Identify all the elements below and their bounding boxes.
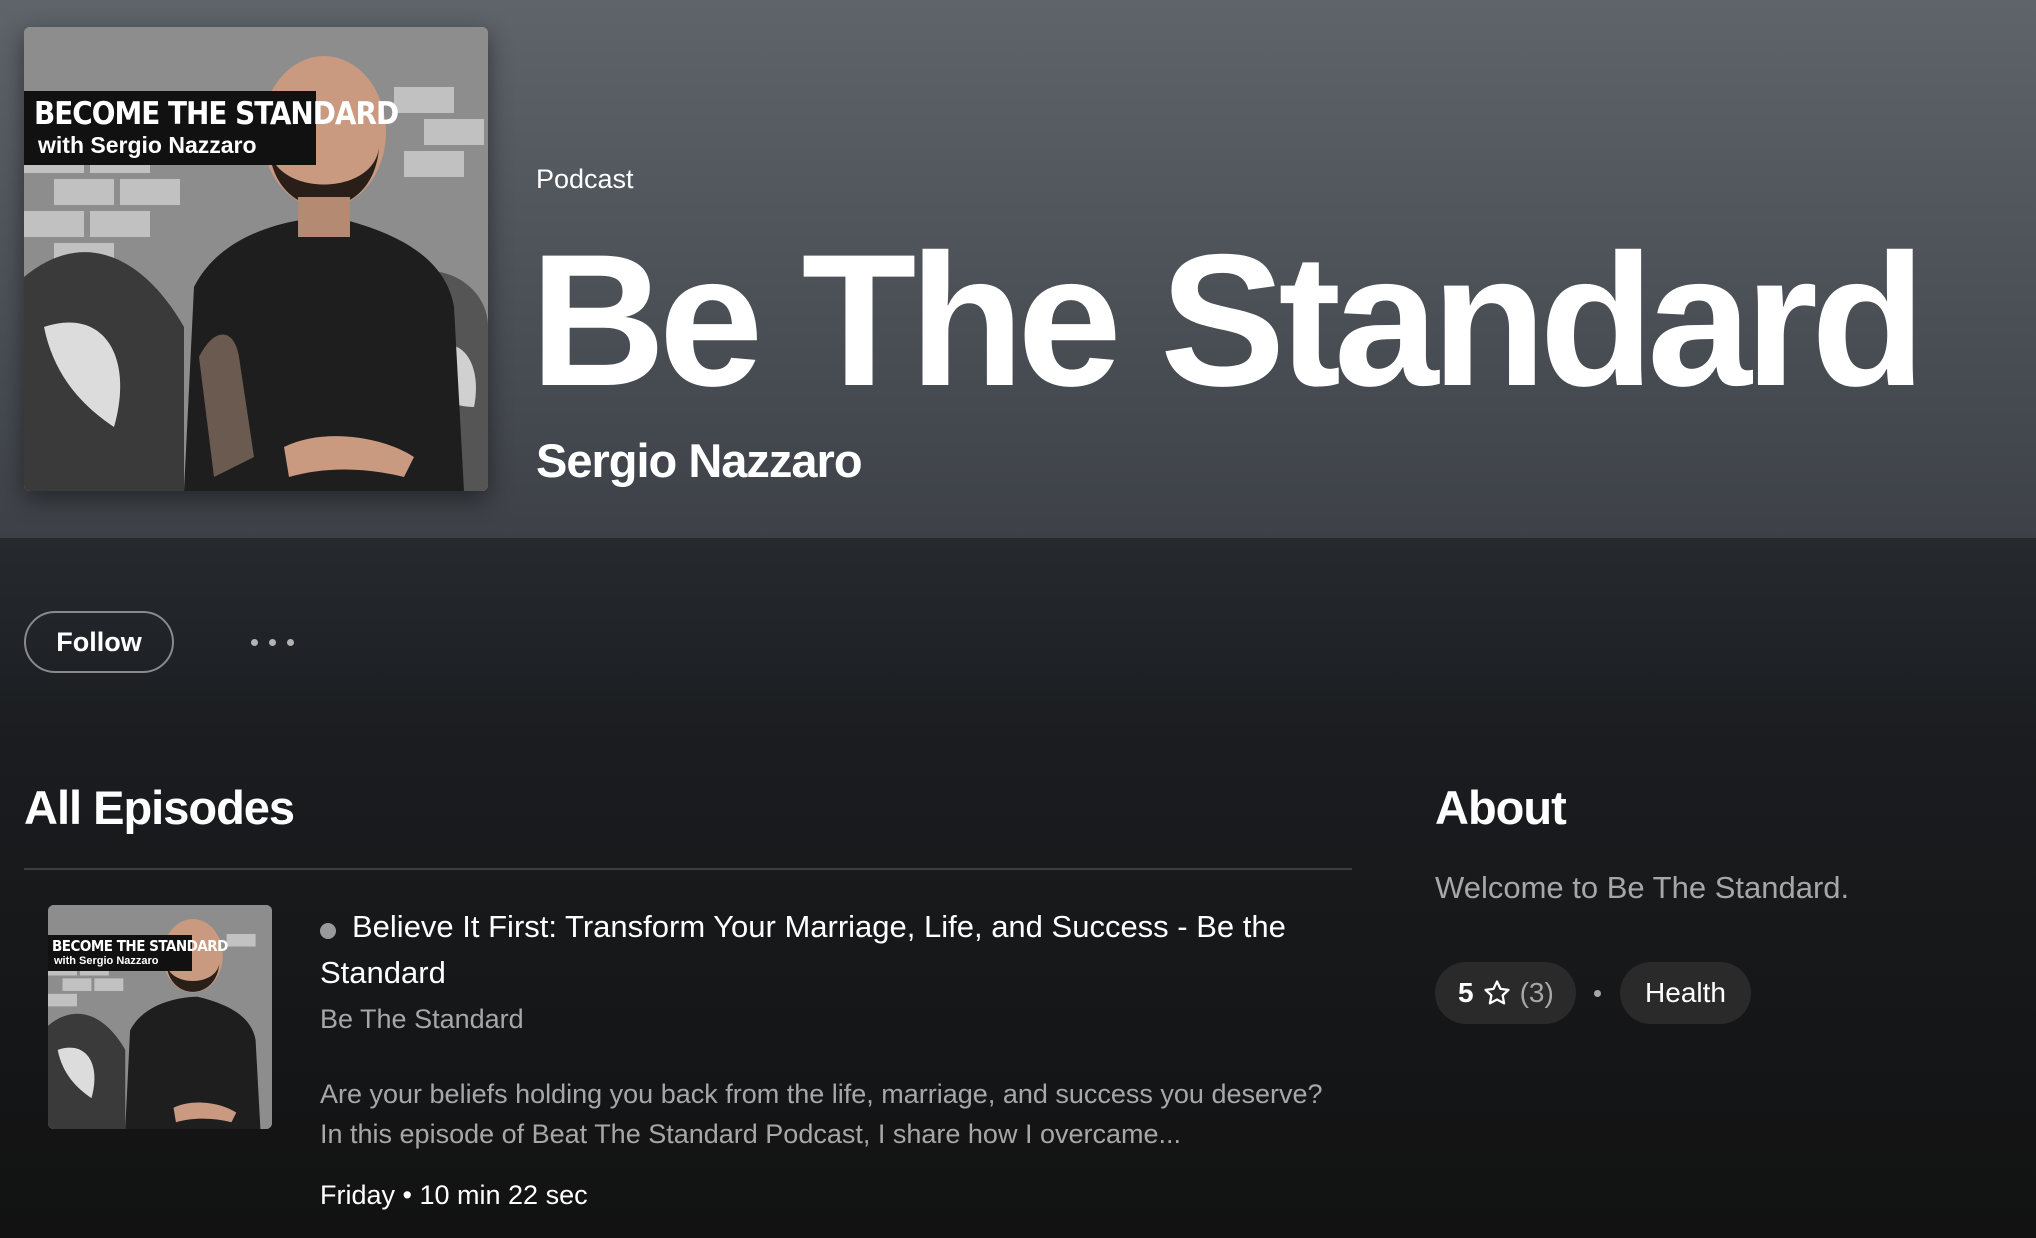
about-heading: About (1435, 781, 1567, 834)
episode-description: Are your beliefs holding you back from t… (320, 1079, 1323, 1149)
cover-title-line: BECOME THE STANDARD (34, 96, 399, 132)
content-type-label: Podcast (536, 164, 634, 194)
episode-title[interactable]: Believe It First: Transform Your Marriag… (320, 904, 1340, 996)
cover-title-line: BECOME THE STANDARD (52, 937, 228, 955)
cover-title-block: BECOME THE STANDARD with Sergio Nazzaro (24, 91, 399, 165)
episode-duration: 10 min 22 sec (419, 1180, 588, 1210)
show-title: Be The Standard (530, 215, 1926, 425)
episode-cover-title-block: BECOME THE STANDARD with Sergio Nazzaro (48, 935, 228, 971)
star-outline-icon (1483, 980, 1510, 1005)
rating-count: (3) (1519, 977, 1554, 1008)
cover-subtitle-line: with Sergio Nazzaro (38, 132, 257, 158)
rating-button[interactable]: 5 (3) (1435, 962, 1576, 1024)
show-cover-art: BECOME THE STANDARD with Sergio Nazzaro (24, 27, 488, 491)
dot (286, 638, 294, 646)
episode-meta: Friday • 10 min 22 sec (320, 1180, 588, 1211)
all-episodes-heading: All Episodes (24, 781, 295, 834)
cover-subtitle-line: with Sergio Nazzaro (54, 955, 159, 967)
dot (250, 638, 258, 646)
about-description: Welcome to Be The Standard. (1435, 870, 1850, 905)
section-divider (24, 868, 1352, 870)
rating-value: 5 (1458, 977, 1474, 1008)
more-options-icon[interactable] (240, 620, 304, 664)
category-tag-button[interactable]: Health (1620, 962, 1751, 1024)
follow-button[interactable]: Follow (24, 611, 174, 673)
episode-artwork[interactable]: BECOME THE STANDARD with Sergio Nazzaro (48, 905, 272, 1129)
episode-date: Friday (320, 1180, 396, 1210)
show-author[interactable]: Sergio Nazzaro (536, 433, 863, 488)
meta-separator: • (402, 1180, 420, 1210)
dot (268, 638, 276, 646)
episode-show-name[interactable]: Be The Standard (320, 1004, 524, 1035)
separator-dot (1594, 990, 1601, 997)
